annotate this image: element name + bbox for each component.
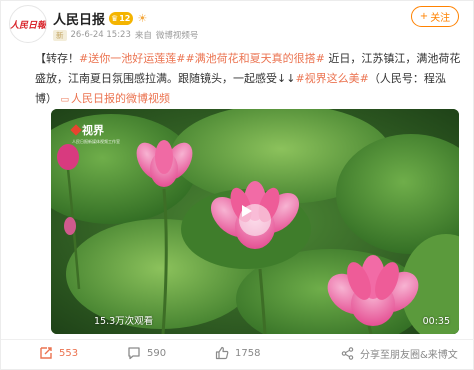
new-badge: 新 [53, 29, 67, 41]
video-watermark: 视界 人民日报新媒体视频工作室 [70, 122, 120, 145]
weibo-post-card: 人民日報 人民日报 ♛ 12 ☀ 新 26-6-24 15:23 来自 微博视频号… [0, 0, 474, 370]
vip-badge: ♛ 12 [109, 12, 134, 25]
follow-button[interactable]: + 关注 [411, 6, 459, 27]
account-name[interactable]: 人民日报 [53, 9, 105, 28]
view-count: 15.3万次观看 [94, 316, 154, 327]
watermark-title: 视界 [82, 124, 104, 137]
follow-label: 关注 [430, 13, 451, 24]
post-source[interactable]: 微博视频号 [156, 29, 199, 41]
repost-icon [40, 347, 52, 359]
post-text: 【转存！#送你一池好运莲莲##满池荷花和夏天真的很搭# 近日，江苏镇江，满池荷花… [35, 49, 463, 110]
like-button[interactable]: 1758 [215, 344, 260, 362]
hashtag-3[interactable]: #视界这么美# [295, 72, 368, 85]
play-icon [242, 205, 252, 217]
renmin-logo-icon: 人民日報 [10, 20, 46, 30]
share-label: 分享至朋友圈&来博文 [360, 349, 458, 361]
thumbs-up-icon [215, 346, 229, 360]
crown-icon: ♛ [111, 14, 119, 23]
comment-icon [128, 347, 140, 360]
sun-badge-icon: ☀ [137, 12, 148, 25]
svg-text:人民日報: 人民日報 [10, 20, 46, 30]
repost-count: 553 [59, 347, 79, 359]
lotus-bud [57, 144, 79, 170]
repost-button[interactable]: 553 [39, 344, 78, 362]
watermark-subtitle: 人民日报新媒体视频工作室 [72, 139, 120, 144]
lotus-bud [64, 217, 76, 235]
video-duration: 00:35 [422, 316, 450, 327]
watermark-logo-icon [70, 124, 82, 136]
comment-button[interactable]: 590 [127, 344, 166, 362]
hashtag-1[interactable]: #送你一池好运莲莲# [79, 52, 185, 65]
share-button[interactable]: 分享至朋友圈&来博文 [341, 344, 458, 362]
avatar[interactable]: 人民日報 [9, 5, 47, 43]
post-time[interactable]: 26-6-24 15:23 [71, 30, 131, 40]
hashtag-2[interactable]: #满池荷花和夏天真的很搭# [185, 52, 324, 65]
plus-icon: + [419, 11, 429, 22]
action-divider [1, 339, 474, 340]
video-player[interactable]: 视界 人民日报新媒体视频工作室 15.3万次观看 00:35 [51, 109, 459, 334]
source-prefix: 来自 [134, 31, 152, 41]
play-button[interactable] [239, 204, 271, 236]
video-link[interactable]: ▭ 人民日报的微博视频 [61, 92, 171, 105]
video-link-label: 人民日报的微博视频 [71, 92, 171, 105]
account-name-row: 人民日报 ♛ 12 ☀ [53, 9, 147, 28]
post-meta: 新 26-6-24 15:23 来自 微博视频号 [53, 29, 198, 41]
vip-level: 12 [119, 14, 131, 23]
post-prefix: 【转存！ [35, 52, 79, 65]
like-count: 1758 [235, 347, 261, 359]
share-icon [341, 346, 354, 360]
video-link-icon: ▭ [60, 95, 70, 105]
comment-count: 590 [147, 347, 167, 359]
